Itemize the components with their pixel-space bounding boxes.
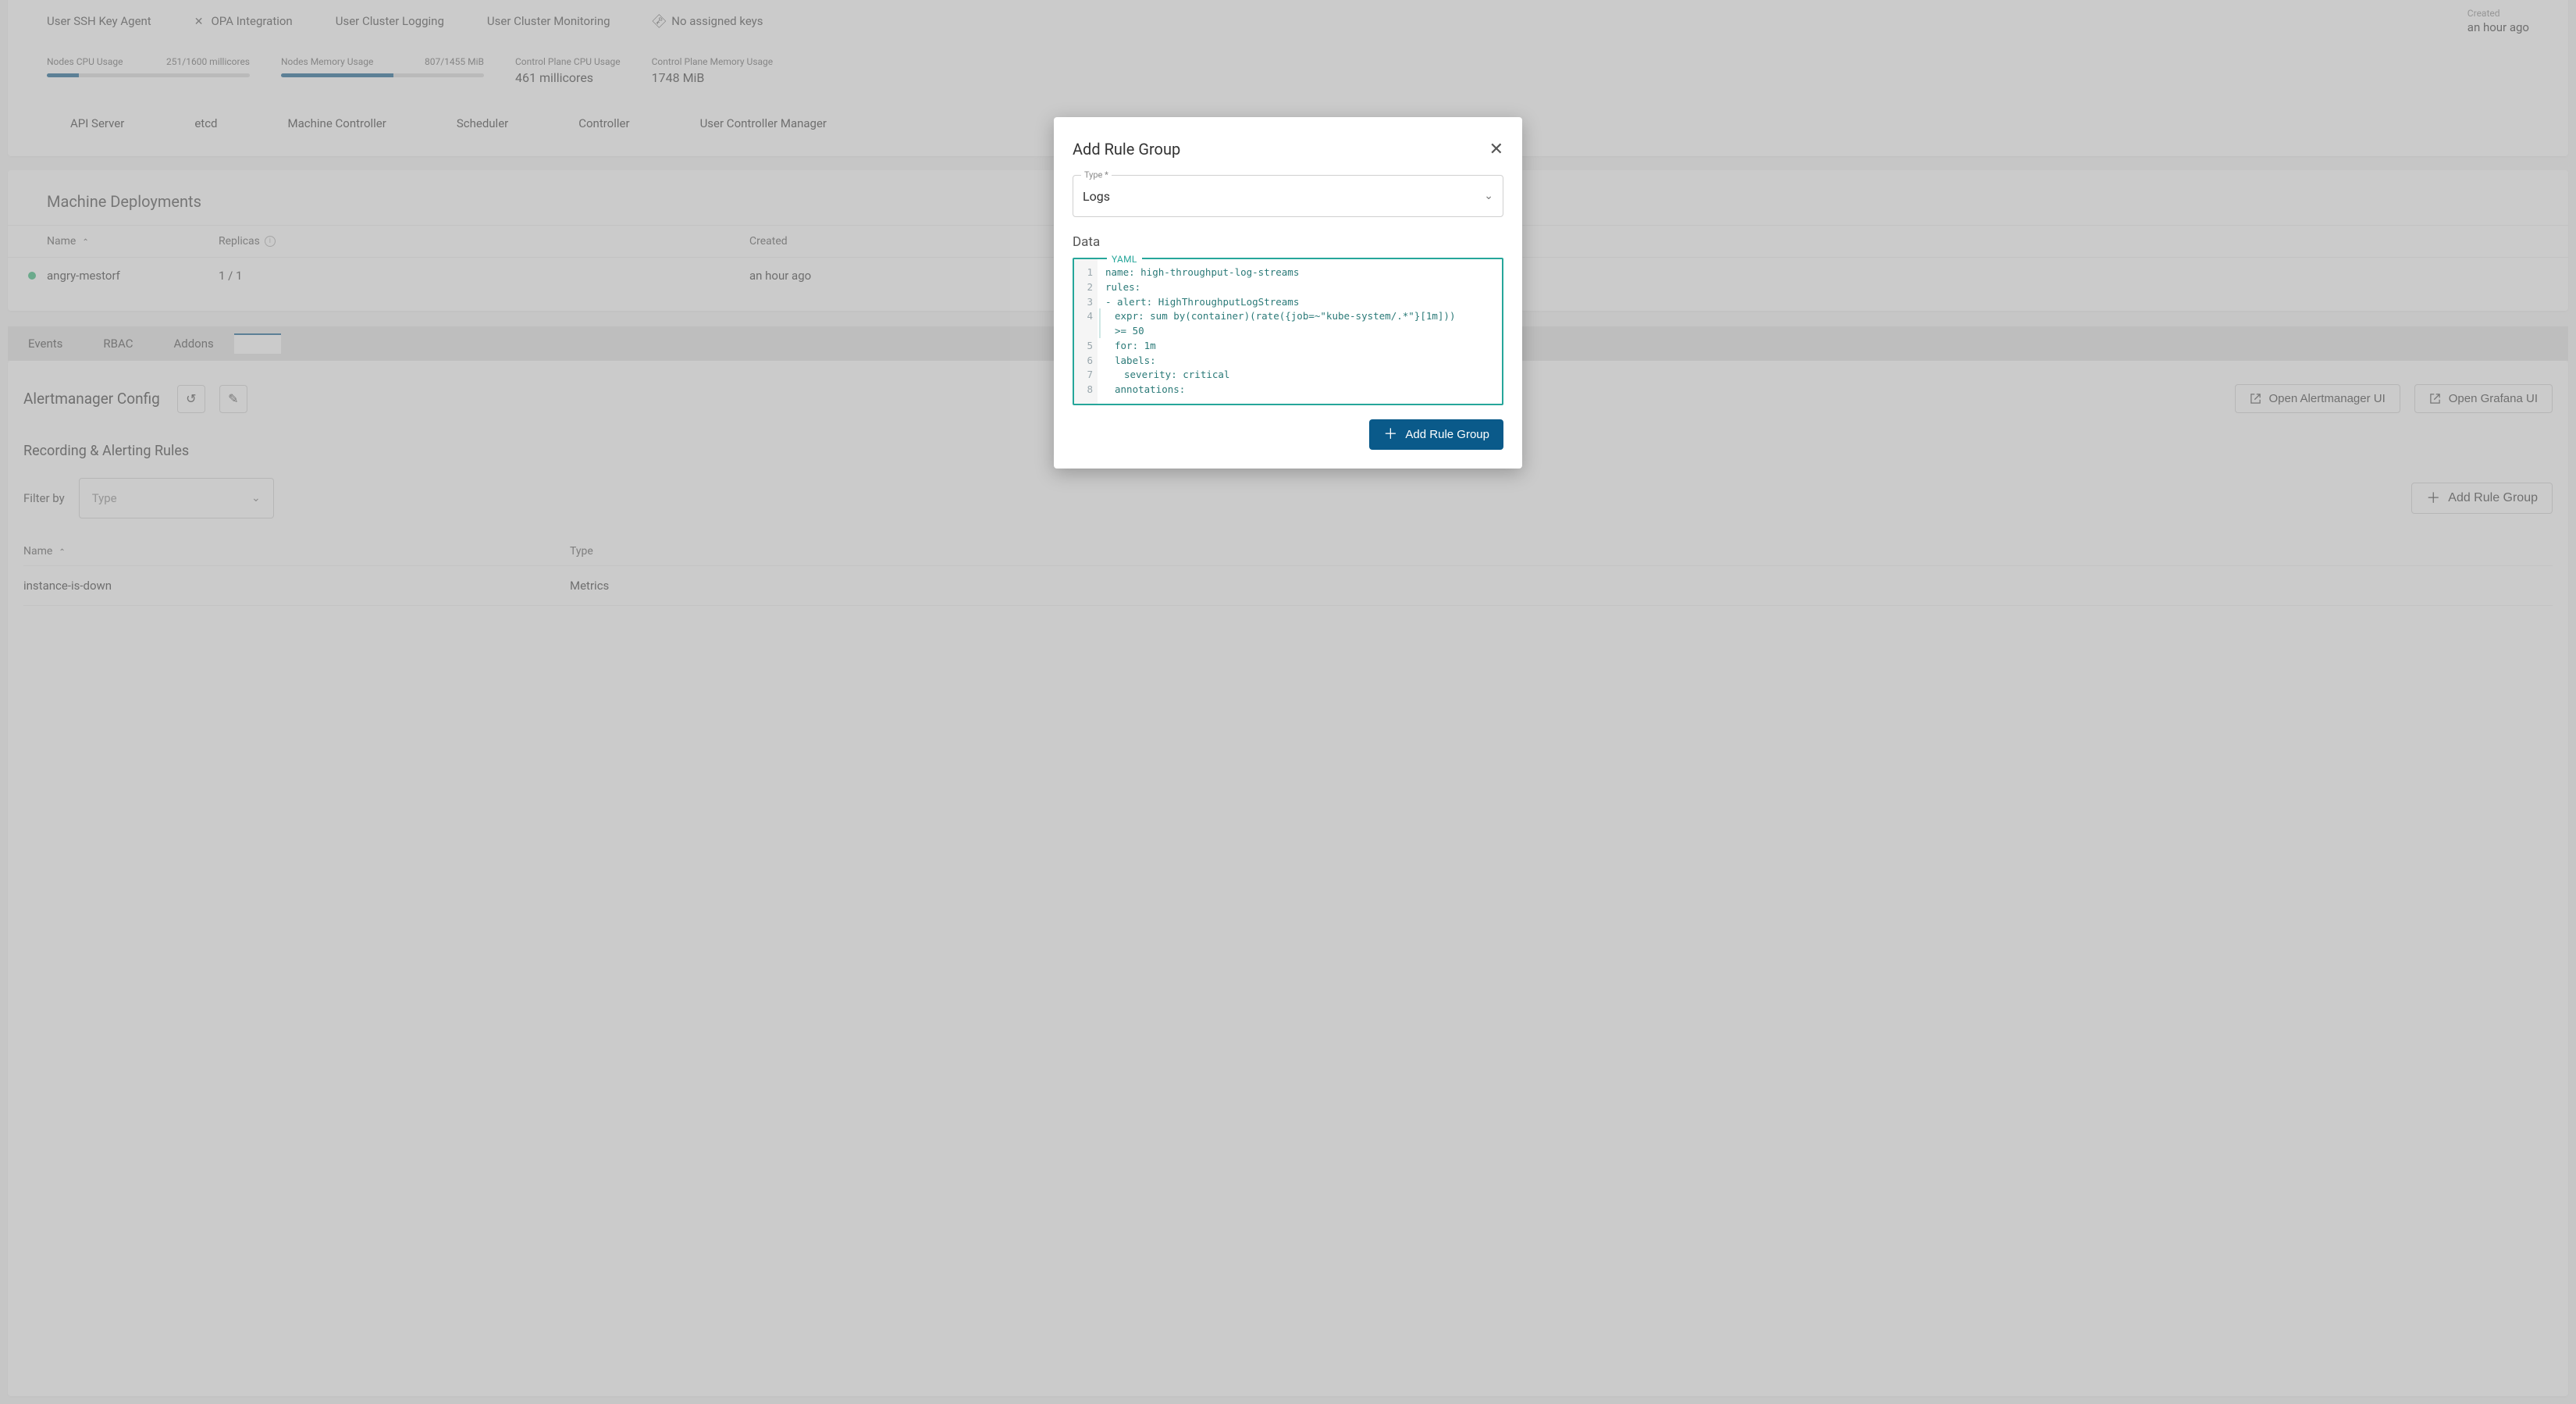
open-alertmanager-button[interactable]: Open Alertmanager UI <box>2235 384 2400 413</box>
modal-close-button[interactable]: ✕ <box>1489 139 1503 159</box>
opa-integration-status: OPA Integration <box>194 14 293 28</box>
md-row-created: an hour ago <box>749 269 2529 283</box>
controller-machine-controller: Machine Controller <box>288 116 386 130</box>
nodes-memory-usage: Nodes Memory Usage807/1455 MiB <box>281 56 484 85</box>
external-link-icon <box>2250 393 2261 404</box>
open-grafana-button[interactable]: Open Grafana UI <box>2414 384 2553 413</box>
control-plane-memory-usage: Control Plane Memory Usage 1748 MiB <box>652 56 774 85</box>
info-icon[interactable]: i <box>265 236 276 247</box>
user-cluster-monitoring-status: User Cluster Monitoring <box>487 14 610 28</box>
key-icon: ⚿ <box>649 12 668 31</box>
filter-type-placeholder: Type <box>92 491 117 505</box>
yaml-gutter: 12345678 <box>1074 259 1098 404</box>
data-section-label: Data <box>1073 234 1503 250</box>
yaml-editor[interactable]: YAML 12345678 name: high-throughput-log-… <box>1073 258 1503 405</box>
undo-icon: ↺ <box>186 391 196 407</box>
tab-addons[interactable]: Addons <box>153 327 233 360</box>
rules-table-header: Name Type <box>23 545 2553 566</box>
close-icon: ✕ <box>1489 139 1503 159</box>
md-col-created[interactable]: Created <box>749 235 788 248</box>
controller-user-controller-manager: User Controller Manager <box>700 116 827 130</box>
reset-button[interactable]: ↺ <box>177 385 205 413</box>
yaml-code[interactable]: name: high-throughput-log-streams rules:… <box>1098 259 1464 404</box>
cluster-created-block: Created an hour ago <box>2467 8 2529 34</box>
type-field-label: Type * <box>1081 170 1112 180</box>
filter-type-select[interactable]: Type ⌄ <box>79 478 274 518</box>
controller-api-server: API Server <box>70 116 124 130</box>
pencil-icon: ✎ <box>228 391 238 407</box>
type-field-value: Logs <box>1083 189 1110 204</box>
chevron-down-icon: ⌄ <box>1484 190 1493 202</box>
md-row-replicas: 1 / 1 <box>219 269 749 283</box>
controller-controller: Controller <box>578 116 629 130</box>
alertmanager-config-title: Alertmanager Config <box>23 390 160 408</box>
rule-type-select[interactable]: Type * Logs ⌄ <box>1073 175 1503 217</box>
modal-title: Add Rule Group <box>1073 140 1180 159</box>
user-cluster-logging-status: User Cluster Logging <box>336 14 444 28</box>
edit-button[interactable]: ✎ <box>219 385 247 413</box>
chevron-down-icon: ⌄ <box>251 492 261 504</box>
add-rule-group-button[interactable]: ＋ Add Rule Group <box>2411 483 2553 514</box>
assigned-keys-status: ⚿No assigned keys <box>653 13 763 30</box>
yaml-badge: YAML <box>1107 254 1142 265</box>
rules-table-row[interactable]: instance-is-down Metrics <box>23 566 2553 606</box>
tab-active-hidden[interactable] <box>234 333 281 354</box>
mem-usage-fill <box>281 73 393 77</box>
controller-etcd: etcd <box>194 116 217 130</box>
md-col-name[interactable]: Name <box>47 235 76 248</box>
rules-col-name[interactable]: Name <box>23 545 52 558</box>
sort-asc-icon <box>57 545 65 558</box>
disabled-icon <box>194 14 204 28</box>
controller-scheduler: Scheduler <box>457 116 508 130</box>
sort-asc-icon <box>80 235 88 248</box>
created-value: an hour ago <box>2467 20 2529 34</box>
filter-by-label: Filter by <box>23 491 65 505</box>
tab-events[interactable]: Events <box>8 327 83 360</box>
submit-add-rule-group-button[interactable]: ＋ Add Rule Group <box>1369 419 1503 450</box>
tab-rbac[interactable]: RBAC <box>83 327 153 360</box>
md-row-name: angry-mestorf <box>47 269 219 283</box>
md-col-replicas[interactable]: Replicas <box>219 235 260 248</box>
control-plane-cpu-usage: Control Plane CPU Usage 461 millicores <box>515 56 621 85</box>
nodes-cpu-usage: Nodes CPU Usage251/1600 millicores <box>47 56 250 85</box>
rule-name: instance-is-down <box>23 579 570 593</box>
status-dot-green-icon <box>28 272 36 280</box>
add-rule-group-modal: Add Rule Group ✕ Type * Logs ⌄ Data YAML… <box>1054 117 1522 469</box>
rules-col-type[interactable]: Type <box>570 545 593 558</box>
created-label: Created <box>2467 8 2529 19</box>
alerting-panel: Alertmanager Config ↺ ✎ Open Alertmanage… <box>8 361 2568 1396</box>
cpu-usage-fill <box>47 73 79 77</box>
ssh-key-agent-status: User SSH Key Agent <box>47 14 151 28</box>
rule-type: Metrics <box>570 579 2553 593</box>
external-link-icon <box>2429 393 2441 404</box>
